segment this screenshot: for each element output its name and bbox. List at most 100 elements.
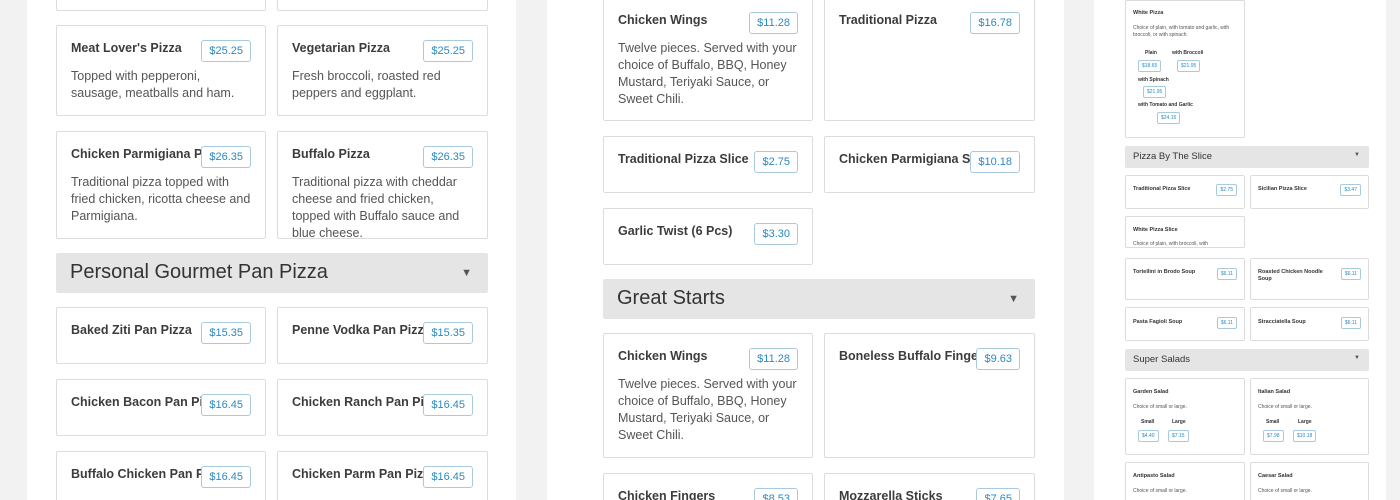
item-price[interactable]: $25.25: [201, 40, 251, 62]
item-name: Roasted Chicken Noodle Soup: [1258, 269, 1323, 282]
menu-item-card[interactable]: Stracciatella Soup $6.11: [1250, 307, 1369, 341]
item-description: Choice of small or large.: [1258, 404, 1312, 410]
item-price[interactable]: $2.75: [754, 151, 798, 173]
item-name: Buffalo Pizza: [292, 147, 370, 161]
item-name: Garlic Twist (6 Pcs): [618, 224, 733, 238]
menu-item-card[interactable]: [56, 0, 266, 11]
item-price[interactable]: $26.35: [201, 146, 251, 168]
option-price[interactable]: $10.18: [1293, 430, 1317, 442]
menu-item-card[interactable]: Antipasto Salad Choice of small or large…: [1125, 462, 1245, 500]
item-description: Choice of plain, with tomato and garlic,…: [1133, 25, 1230, 38]
chevron-down-icon[interactable]: ▼: [1354, 152, 1360, 158]
right-preview-panel: White Pizza Choice of plain, with tomato…: [1094, 0, 1386, 500]
menu-item-card[interactable]: Chicken Parmigiana Sub $10.18: [824, 136, 1035, 193]
option-price[interactable]: $7.15: [1168, 430, 1189, 442]
item-description: Choice of small or large.: [1133, 488, 1187, 494]
item-price[interactable]: $6.11: [1340, 317, 1361, 329]
item-name: Boneless Buffalo Fingers: [839, 349, 990, 363]
item-name: Mozzarella Sticks: [839, 489, 943, 500]
menu-item-card[interactable]: Traditional Pizza $16.78: [824, 0, 1035, 121]
option-price[interactable]: $21.95: [1177, 60, 1201, 72]
item-price[interactable]: $16.45: [201, 466, 251, 488]
section-title: Pizza By The Slice: [1133, 151, 1213, 162]
item-price[interactable]: $8.53: [754, 488, 798, 500]
option-label: with Spinach: [1138, 77, 1169, 83]
item-price[interactable]: $15.35: [423, 322, 473, 344]
item-price[interactable]: $25.25: [423, 40, 473, 62]
menu-item-card[interactable]: Baked Ziti Pan Pizza $15.35: [56, 307, 266, 364]
item-name: Chicken Fingers: [618, 489, 716, 500]
menu-item-card[interactable]: Caesar Salad Choice of small or large.: [1250, 462, 1369, 500]
menu-item-card[interactable]: Buffalo Chicken Pan Pizza $16.45: [56, 451, 266, 500]
menu-item-card[interactable]: Chicken Parm Pan Pizza $16.45: [277, 451, 488, 500]
menu-item-card[interactable]: Traditional Pizza Slice $2.75: [603, 136, 813, 193]
menu-item-card[interactable]: Vegetarian Pizza $25.25 Fresh broccoli, …: [277, 25, 488, 116]
item-description: Topped with pepperoni, sausage, meatball…: [71, 69, 235, 100]
section-header-pizza-by-slice[interactable]: Pizza By The Slice ▼: [1125, 146, 1369, 168]
menu-item-card[interactable]: [277, 0, 488, 11]
menu-item-card[interactable]: Meat Lover's Pizza $25.25 Topped with pe…: [56, 25, 266, 116]
item-price[interactable]: $11.28: [749, 348, 798, 370]
item-price[interactable]: $7.65: [976, 488, 1020, 500]
item-price[interactable]: $15.35: [201, 322, 251, 344]
item-price[interactable]: $10.18: [970, 151, 1020, 173]
item-price[interactable]: $16.45: [423, 394, 473, 416]
chevron-down-icon[interactable]: ▼: [461, 267, 472, 279]
menu-item-card[interactable]: Garlic Twist (6 Pcs) $3.30: [603, 208, 813, 265]
section-header-personal-gourmet[interactable]: Personal Gourmet Pan Pizza ▼: [56, 253, 488, 293]
option-price[interactable]: $18.65: [1138, 60, 1162, 72]
item-price[interactable]: $11.28: [749, 12, 798, 34]
menu-item-card[interactable]: Chicken Ranch Pan Pizza $16.45: [277, 379, 488, 436]
item-price[interactable]: $16.78: [970, 12, 1020, 34]
item-name: Traditional Pizza: [839, 13, 937, 27]
menu-item-card[interactable]: Italian Salad Choice of small or large. …: [1250, 378, 1369, 455]
option-price[interactable]: $7.98: [1263, 430, 1284, 442]
item-name: Italian Salad: [1258, 389, 1291, 395]
item-price[interactable]: $3.30: [754, 223, 798, 245]
menu-item-card[interactable]: Chicken Wings $11.28 Twelve pieces. Serv…: [603, 0, 813, 121]
menu-item-card[interactable]: Chicken Bacon Pan Pizza $16.45: [56, 379, 266, 436]
menu-item-card[interactable]: Roasted Chicken Noodle Soup $6.11: [1250, 258, 1369, 300]
menu-item-card[interactable]: Garden Salad Choice of small or large. S…: [1125, 378, 1245, 455]
menu-item-card[interactable]: Chicken Wings $11.28 Twelve pieces. Serv…: [603, 333, 813, 458]
option-price[interactable]: $21.95: [1143, 86, 1167, 98]
option-price[interactable]: $24.15: [1157, 112, 1181, 124]
item-price[interactable]: $2.75: [1216, 184, 1237, 196]
menu-item-card[interactable]: White Pizza Choice of plain, with tomato…: [1125, 0, 1245, 138]
option-price[interactable]: $4.40: [1138, 430, 1159, 442]
item-price[interactable]: $3.47: [1340, 184, 1361, 196]
menu-item-card[interactable]: Boneless Buffalo Fingers $9.63: [824, 333, 1035, 458]
menu-item-card[interactable]: Buffalo Pizza $26.35 Traditional pizza w…: [277, 131, 488, 240]
item-price[interactable]: $16.45: [201, 394, 251, 416]
menu-item-card[interactable]: Chicken Parmigiana Pizza $26.35 Traditio…: [56, 131, 266, 239]
menu-item-card[interactable]: Chicken Fingers $8.53: [603, 473, 813, 500]
item-name: Antipasto Salad: [1133, 473, 1175, 479]
item-name: Stracciatella Soup: [1258, 319, 1306, 325]
chevron-down-icon[interactable]: ▼: [1008, 293, 1019, 305]
option-label: Small: [1266, 419, 1280, 425]
item-name: White Pizza Slice: [1133, 227, 1178, 233]
item-description: Choice of plain, with broccoli, with: [1133, 241, 1209, 247]
item-price[interactable]: $6.11: [1340, 268, 1361, 280]
item-price[interactable]: $26.35: [423, 146, 473, 168]
menu-item-card[interactable]: White Pizza Slice Choice of plain, with …: [1125, 216, 1245, 248]
menu-item-card[interactable]: Traditional Pizza Slice $2.75: [1125, 175, 1245, 209]
item-price[interactable]: $16.45: [423, 466, 473, 488]
left-menu-panel: Meat Lover's Pizza $25.25 Topped with pe…: [27, 0, 516, 500]
menu-item-card[interactable]: Mozzarella Sticks $7.65: [824, 473, 1035, 500]
menu-item-card[interactable]: Tortellini in Brodo Soup $6.11: [1125, 258, 1245, 300]
item-description: Traditional pizza with cheddar cheese an…: [292, 175, 460, 240]
menu-item-card[interactable]: Penne Vodka Pan Pizza $15.35: [277, 307, 488, 364]
item-name: Traditional Pizza Slice: [618, 152, 749, 166]
item-price[interactable]: $6.11: [1216, 317, 1237, 329]
section-header-great-starts[interactable]: Great Starts ▼: [603, 279, 1035, 319]
chevron-down-icon[interactable]: ▼: [1354, 355, 1360, 361]
item-description: Fresh broccoli, roasted red peppers and …: [292, 69, 441, 100]
menu-item-card[interactable]: Sicilian Pizza Slice $3.47: [1250, 175, 1369, 209]
menu-item-card[interactable]: Pasta Fagioli Soup $6.11: [1125, 307, 1245, 341]
section-title: Personal Gourmet Pan Pizza: [70, 261, 328, 283]
item-description: Choice of small or large.: [1133, 404, 1187, 410]
item-price[interactable]: $9.63: [976, 348, 1020, 370]
section-header-super-salads[interactable]: Super Salads ▼: [1125, 349, 1369, 371]
item-price[interactable]: $6.11: [1216, 268, 1237, 280]
